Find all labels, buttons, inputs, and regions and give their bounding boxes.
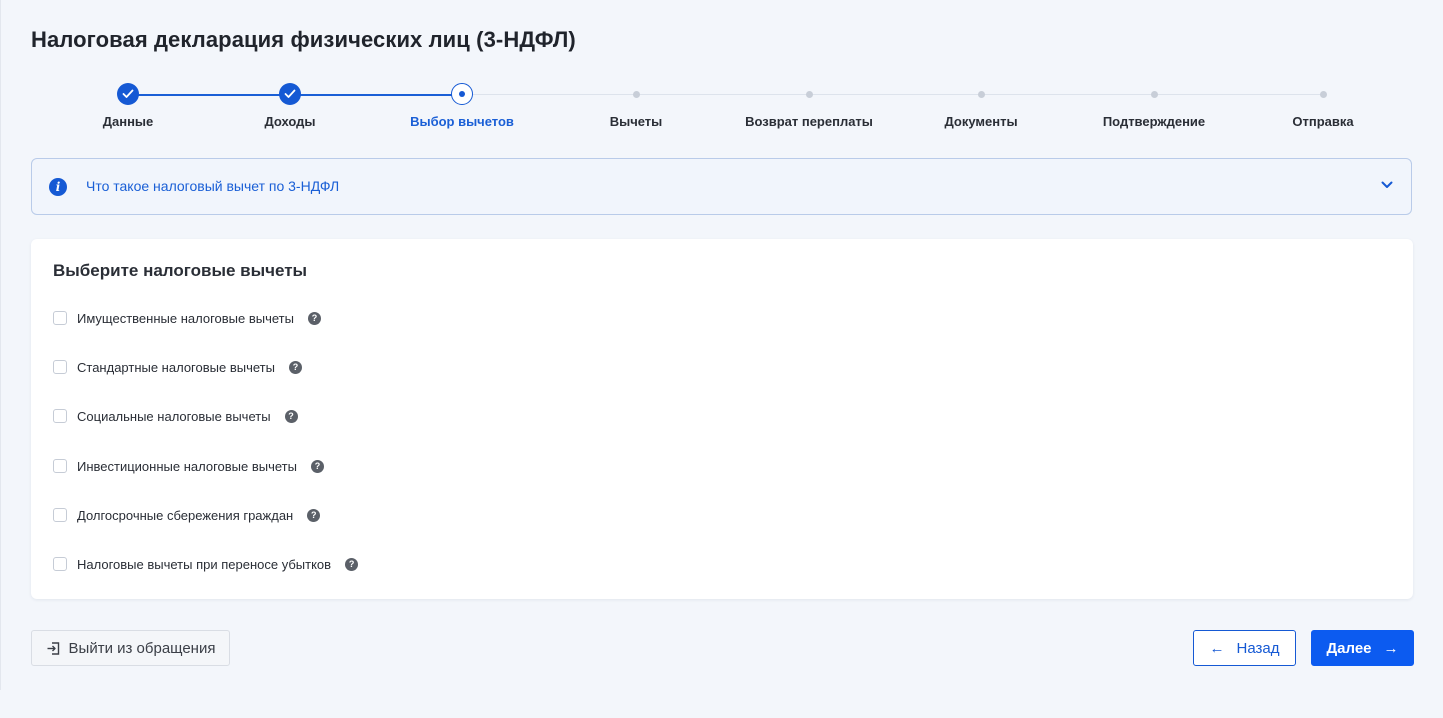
option-label[interactable]: Долгосрочные сбережения граждан — [77, 508, 293, 523]
checkbox[interactable] — [53, 311, 67, 325]
back-button[interactable]: ← Назад — [1193, 630, 1296, 666]
option-investment: Инвестиционные налоговые вычеты ? — [53, 457, 324, 475]
exit-button[interactable]: Выйти из обращения — [31, 630, 230, 666]
option-label[interactable]: Имущественные налоговые вычеты — [77, 311, 294, 326]
option-standard: Стандартные налоговые вычеты ? — [53, 358, 302, 376]
checkbox[interactable] — [53, 459, 67, 473]
step-todo-marker — [632, 91, 640, 98]
step-income[interactable]: Доходы — [200, 82, 380, 129]
checkbox[interactable] — [53, 360, 67, 374]
back-button-label: Назад — [1236, 639, 1280, 657]
step-documents[interactable]: Документы — [891, 82, 1071, 129]
step-label: Документы — [944, 114, 1018, 129]
page-title: Налоговая декларация физических лиц (3-Н… — [31, 27, 576, 52]
help-icon[interactable]: ? — [307, 508, 321, 522]
checkbox[interactable] — [53, 508, 67, 522]
deductions-title: Выберите налоговые вычеты — [53, 261, 308, 280]
help-icon[interactable]: ? — [284, 409, 298, 423]
exit-button-label: Выйти из обращения — [68, 639, 216, 657]
left-edge — [0, 0, 1, 690]
help-icon[interactable]: ? — [310, 459, 324, 473]
step-done-marker — [117, 83, 139, 105]
option-social: Социальные налоговые вычеты ? — [53, 407, 298, 425]
info-accordion-title: Что такое налоговый вычет по 3-НДФЛ — [86, 178, 340, 194]
help-icon[interactable]: ? — [345, 557, 359, 571]
option-label[interactable]: Стандартные налоговые вычеты — [77, 360, 275, 375]
step-refund[interactable]: Возврат переплаты — [719, 82, 899, 129]
step-choose-deductions[interactable]: Выбор вычетов — [372, 82, 552, 129]
step-label: Выбор вычетов — [410, 114, 514, 129]
next-button[interactable]: Далее → — [1311, 630, 1414, 666]
checkmark-icon — [122, 89, 134, 98]
checkbox[interactable] — [53, 409, 67, 423]
next-button-label: Далее — [1326, 639, 1372, 657]
step-todo-marker — [977, 91, 985, 98]
step-confirmation[interactable]: Подтверждение — [1064, 82, 1244, 129]
step-label: Данные — [102, 114, 154, 129]
checkmark-icon — [284, 89, 296, 98]
step-submit[interactable]: Отправка — [1233, 82, 1413, 129]
step-label: Подтверждение — [1102, 114, 1206, 129]
option-label[interactable]: Инвестиционные налоговые вычеты — [77, 459, 297, 474]
info-icon: i — [49, 178, 67, 196]
step-label: Доходы — [264, 114, 316, 129]
exit-icon — [47, 641, 59, 655]
checkbox[interactable] — [53, 557, 67, 571]
step-done-marker — [279, 83, 301, 105]
chevron-down-icon[interactable] — [1381, 181, 1393, 189]
step-todo-marker — [1150, 91, 1158, 98]
help-icon[interactable]: ? — [307, 311, 321, 325]
option-property: Имущественные налоговые вычеты ? — [53, 309, 321, 327]
step-todo-marker — [805, 91, 813, 98]
info-accordion[interactable]: i Что такое налоговый вычет по 3-НДФЛ — [31, 158, 1412, 215]
option-label[interactable]: Налоговые вычеты при переносе убытков — [77, 557, 331, 572]
step-label: Возврат переплаты — [745, 114, 873, 129]
step-label: Вычеты — [609, 114, 663, 129]
step-label: Отправка — [1292, 114, 1354, 129]
step-data[interactable]: Данные — [38, 82, 218, 129]
step-deductions[interactable]: Вычеты — [546, 82, 726, 129]
option-label[interactable]: Социальные налоговые вычеты — [77, 409, 271, 424]
step-current-marker — [451, 83, 473, 105]
option-long-term-savings: Долгосрочные сбережения граждан ? — [53, 506, 321, 524]
arrow-right-icon: → — [1383, 639, 1399, 657]
deductions-card: Выберите налоговые вычеты Имущественные … — [31, 239, 1413, 599]
arrow-left-icon: ← — [1209, 639, 1225, 657]
step-todo-marker — [1319, 91, 1327, 98]
option-loss-carryforward: Налоговые вычеты при переносе убытков ? — [53, 555, 359, 573]
help-icon[interactable]: ? — [288, 360, 302, 374]
